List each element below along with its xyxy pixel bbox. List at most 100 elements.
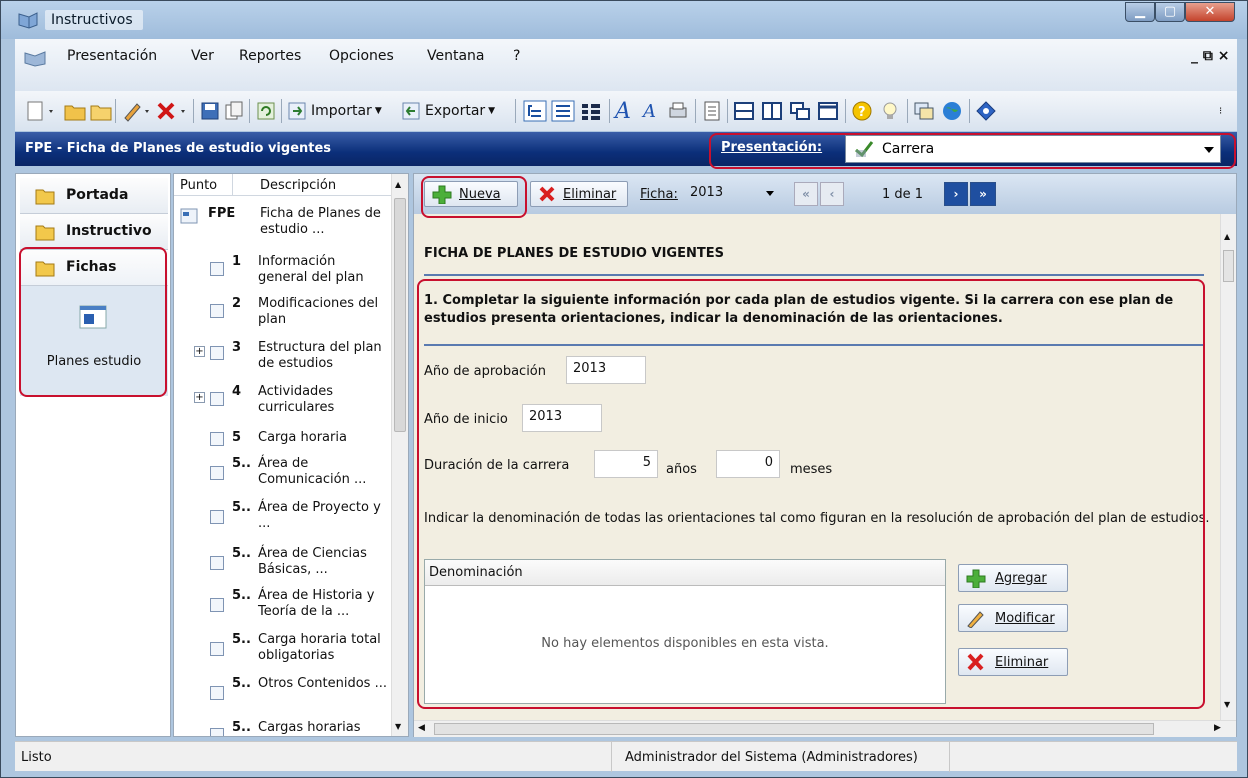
refresh-icon[interactable] [255,99,277,123]
save-icon[interactable] [199,99,221,123]
anios-label: años [666,462,697,477]
row-desc: Actividades curriculares [258,384,335,415]
row-num: 5.. [232,456,251,471]
delete-record-button[interactable]: Eliminar [530,181,628,207]
delete-x-icon[interactable] [155,99,189,123]
globe-icon[interactable] [941,99,963,123]
split-horizontal-icon[interactable] [733,99,755,123]
row-desc: Cargas horarias [258,720,361,735]
window-icon[interactable] [817,99,839,123]
grid-header-denominacion[interactable]: Denominación [425,560,945,586]
scroll-up-icon[interactable]: ▲ [1224,232,1230,241]
menu-help[interactable]: ? [513,48,520,64]
col-punto-header[interactable]: Punto [180,178,217,193]
tree-view-icon[interactable] [523,99,547,123]
row-desc: Área de Proyecto y ... [258,500,381,531]
page-icon [210,432,224,446]
font-smaller-icon[interactable]: A [643,99,656,123]
horizontal-scrollbar[interactable]: ◀ ▶ [414,720,1236,737]
prev-record-button[interactable]: ‹ [820,182,844,206]
menu-ver[interactable]: Ver [191,48,214,64]
help-icon[interactable]: ? [851,99,873,123]
presentation-label: Presentación: [721,140,823,155]
document-icon[interactable] [701,99,723,123]
menu-ventana[interactable]: Ventana [427,48,485,64]
chevron-down-icon[interactable] [1204,147,1214,153]
remove-orientacion-button[interactable]: Eliminar [958,648,1068,676]
first-record-button[interactable]: « [794,182,818,206]
edit-orientacion-button[interactable]: Modificar [958,604,1068,632]
presentation-value: Carrera [882,141,935,157]
lightbulb-icon[interactable] [879,99,901,123]
status-user: Administrador del Sistema (Administrador… [625,750,918,765]
inicio-input[interactable]: 2013 [522,404,602,432]
aprobacion-input[interactable]: 2013 [566,356,646,384]
details-view-icon[interactable] [579,99,603,123]
menu-presentacion[interactable]: Presentación [67,48,157,64]
scroll-thumb[interactable] [1223,250,1234,282]
ficha-label: Ficha: [640,187,678,202]
row-desc: Estructura del plan de estudios [258,340,382,371]
scroll-right-icon[interactable]: ▶ [1214,723,1221,733]
maximize-button[interactable]: ▢ [1155,2,1185,22]
export-button[interactable]: Exportar ▼ [401,99,495,123]
row-num: 1 [232,254,242,269]
minimize-button[interactable]: ▁ [1125,2,1155,22]
scroll-down-icon[interactable]: ▼ [395,722,401,731]
ficha-select[interactable]: 2013 [686,182,780,206]
scroll-up-icon[interactable]: ▲ [395,180,401,189]
add-orientacion-button[interactable]: Agregar [958,564,1068,592]
expand-icon[interactable]: + [194,346,205,357]
form-title: FPE - Ficha de Planes de estudio vigente… [25,141,332,156]
chevron-down-icon[interactable] [766,191,774,196]
info-diamond-icon[interactable] [975,99,997,123]
close-button[interactable]: ✕ [1185,2,1235,22]
col-descripcion-header[interactable]: Descripción [260,178,336,193]
open-folder-icon[interactable] [63,99,87,123]
row-num: 5.. [232,676,251,691]
nav-label-instructivo: Instructivo [66,223,152,239]
hscroll-thumb[interactable] [434,723,1154,735]
windows-icon[interactable] [913,99,935,123]
scroll-left-icon[interactable]: ◀ [418,723,425,733]
planes-estudio-label[interactable]: Planes estudio [20,354,168,369]
scroll-thumb[interactable] [394,198,406,432]
last-record-button[interactable]: » [970,182,996,206]
menu-reportes[interactable]: Reportes [239,48,301,64]
duracion-anios-input[interactable]: 5 [594,450,658,478]
row-desc: Información general del plan [258,254,364,285]
scroll-down-icon[interactable]: ▼ [1224,700,1230,709]
new-doc-icon[interactable] [25,99,57,123]
row-num: 5.. [232,588,251,603]
form-header-bar: FPE - Ficha de Planes de estudio vigente… [15,132,1237,166]
expand-icon[interactable]: + [194,392,205,403]
menu-opciones[interactable]: Opciones [329,48,394,64]
nav-item-portada[interactable]: Portada [20,178,168,214]
presentation-select[interactable]: Carrera [845,135,1221,163]
plus-icon [966,569,986,588]
list-view-icon[interactable] [551,99,575,123]
edit-pencil-icon[interactable] [121,99,153,123]
page-icon [210,466,224,480]
print-icon[interactable] [667,99,689,123]
toolbar-overflow-icon[interactable]: ⁝ [1219,99,1222,123]
orientaciones-grid[interactable]: Denominación No hay elementos disponible… [424,559,946,704]
cascade-icon[interactable] [789,99,811,123]
nav-item-fichas[interactable]: Fichas [20,250,168,286]
new-button[interactable]: Nueva [424,181,518,207]
content-scrollbar[interactable]: ▲ ▼ [1220,214,1236,720]
main-panel: Nueva Eliminar Ficha: 2013 « ‹ 1 de 1 › … [413,173,1237,737]
copy-icon[interactable] [223,99,245,123]
app-icon [18,12,38,29]
row-desc: Área de Historia y Teoría de la ... [258,588,375,619]
folder-icon[interactable] [89,99,113,123]
duracion-meses-input[interactable]: 0 [716,450,780,478]
tree-scrollbar[interactable]: ▲ ▼ [391,174,408,736]
nav-item-instructivo[interactable]: Instructivo [20,214,168,250]
planes-estudio-icon[interactable] [78,304,108,330]
import-button[interactable]: Importar ▼ [287,99,382,123]
font-larger-icon[interactable]: A [615,99,631,124]
next-record-button[interactable]: › [944,182,968,206]
split-vertical-icon[interactable] [761,99,783,123]
mdi-controls[interactable]: _ ⧉ × [1191,48,1229,64]
